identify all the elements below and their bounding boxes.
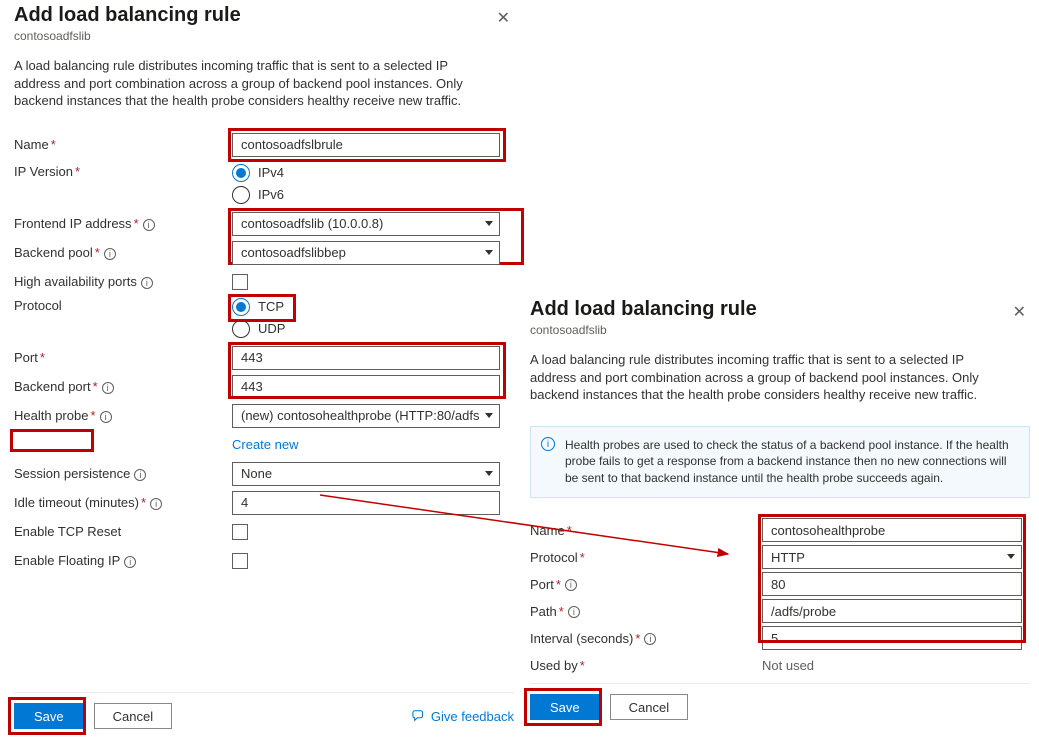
- hp-used-by-value: Not used: [762, 658, 814, 673]
- panel-description: A load balancing rule distributes incomi…: [14, 57, 494, 110]
- label-name: Name*: [14, 137, 232, 152]
- info-icon[interactable]: i: [134, 469, 146, 481]
- info-icon[interactable]: i: [124, 556, 136, 568]
- label-session-persistence: Session persistencei: [14, 466, 232, 481]
- save-button[interactable]: Save: [14, 703, 84, 729]
- close-icon[interactable]: ✕: [493, 4, 514, 32]
- session-persistence-select[interactable]: None: [232, 462, 500, 486]
- create-new-link[interactable]: Create new: [232, 437, 298, 452]
- radio-tcp[interactable]: TCP: [232, 298, 284, 316]
- info-icon: i: [541, 437, 555, 451]
- frontend-ip-select[interactable]: contosoadfslib (10.0.0.8): [232, 212, 500, 236]
- label-ha-ports: High availability portsi: [14, 274, 232, 289]
- label-hp-name: Name*: [530, 523, 762, 538]
- label-ip-version: IP Version*: [14, 164, 232, 179]
- radio-ipv4[interactable]: IPv4: [232, 164, 284, 182]
- label-hp-protocol: Protocol*: [530, 550, 762, 565]
- hp-port-input[interactable]: [762, 572, 1022, 596]
- panel-subtitle: contosoadfslib: [14, 29, 241, 43]
- label-idle-timeout: Idle timeout (minutes)*i: [14, 495, 232, 510]
- floating-ip-checkbox[interactable]: [232, 553, 248, 569]
- info-icon[interactable]: i: [565, 579, 577, 591]
- label-hp-interval: Interval (seconds)*i: [530, 631, 762, 646]
- label-protocol: Protocol: [14, 298, 232, 313]
- backend-pool-select[interactable]: contosoadfslibbep: [232, 241, 500, 265]
- name-input[interactable]: [232, 133, 500, 157]
- hp-path-input[interactable]: [762, 599, 1022, 623]
- label-health-probe: Health probe*i: [14, 408, 232, 423]
- save-button[interactable]: Save: [530, 694, 600, 720]
- label-tcp-reset: Enable TCP Reset: [14, 524, 232, 539]
- backend-port-input[interactable]: [232, 375, 500, 399]
- tcp-reset-checkbox[interactable]: [232, 524, 248, 540]
- cancel-button[interactable]: Cancel: [94, 703, 172, 729]
- label-port: Port*: [14, 350, 232, 365]
- label-hp-used-by: Used by*: [530, 658, 762, 673]
- info-icon[interactable]: i: [150, 498, 162, 510]
- ha-ports-checkbox[interactable]: [232, 274, 248, 290]
- info-icon[interactable]: i: [102, 382, 114, 394]
- radio-ipv6[interactable]: IPv6: [232, 186, 284, 204]
- close-icon[interactable]: ✕: [1009, 298, 1030, 326]
- hp-interval-input[interactable]: [762, 626, 1022, 650]
- label-floating-ip: Enable Floating IPi: [14, 553, 232, 568]
- hp-name-input[interactable]: [762, 518, 1022, 542]
- panel-title: Add load balancing rule: [530, 298, 757, 321]
- cancel-button[interactable]: Cancel: [610, 694, 688, 720]
- label-frontend-ip: Frontend IP address*i: [14, 216, 232, 231]
- label-backend-port: Backend port*i: [14, 379, 232, 394]
- feedback-icon: [412, 709, 426, 723]
- hp-protocol-select[interactable]: HTTP: [762, 545, 1022, 569]
- panel-description: A load balancing rule distributes incomi…: [530, 351, 1010, 404]
- info-banner: i Health probes are used to check the st…: [530, 426, 1030, 498]
- label-backend-pool: Backend pool*i: [14, 245, 232, 260]
- label-hp-port: Port*i: [530, 577, 762, 592]
- label-hp-path: Path*i: [530, 604, 762, 619]
- idle-timeout-input[interactable]: [232, 491, 500, 515]
- panel-title: Add load balancing rule: [14, 4, 241, 27]
- radio-udp[interactable]: UDP: [232, 320, 285, 338]
- panel-subtitle: contosoadfslib: [530, 323, 757, 337]
- give-feedback-link[interactable]: Give feedback: [412, 709, 514, 724]
- info-icon[interactable]: i: [143, 219, 155, 231]
- info-icon[interactable]: i: [100, 411, 112, 423]
- info-icon[interactable]: i: [568, 606, 580, 618]
- info-icon[interactable]: i: [141, 277, 153, 289]
- info-icon[interactable]: i: [104, 248, 116, 260]
- port-input[interactable]: [232, 346, 500, 370]
- info-icon[interactable]: i: [644, 633, 656, 645]
- health-probe-select[interactable]: (new) contosohealthprobe (HTTP:80/adfs/p…: [232, 404, 500, 428]
